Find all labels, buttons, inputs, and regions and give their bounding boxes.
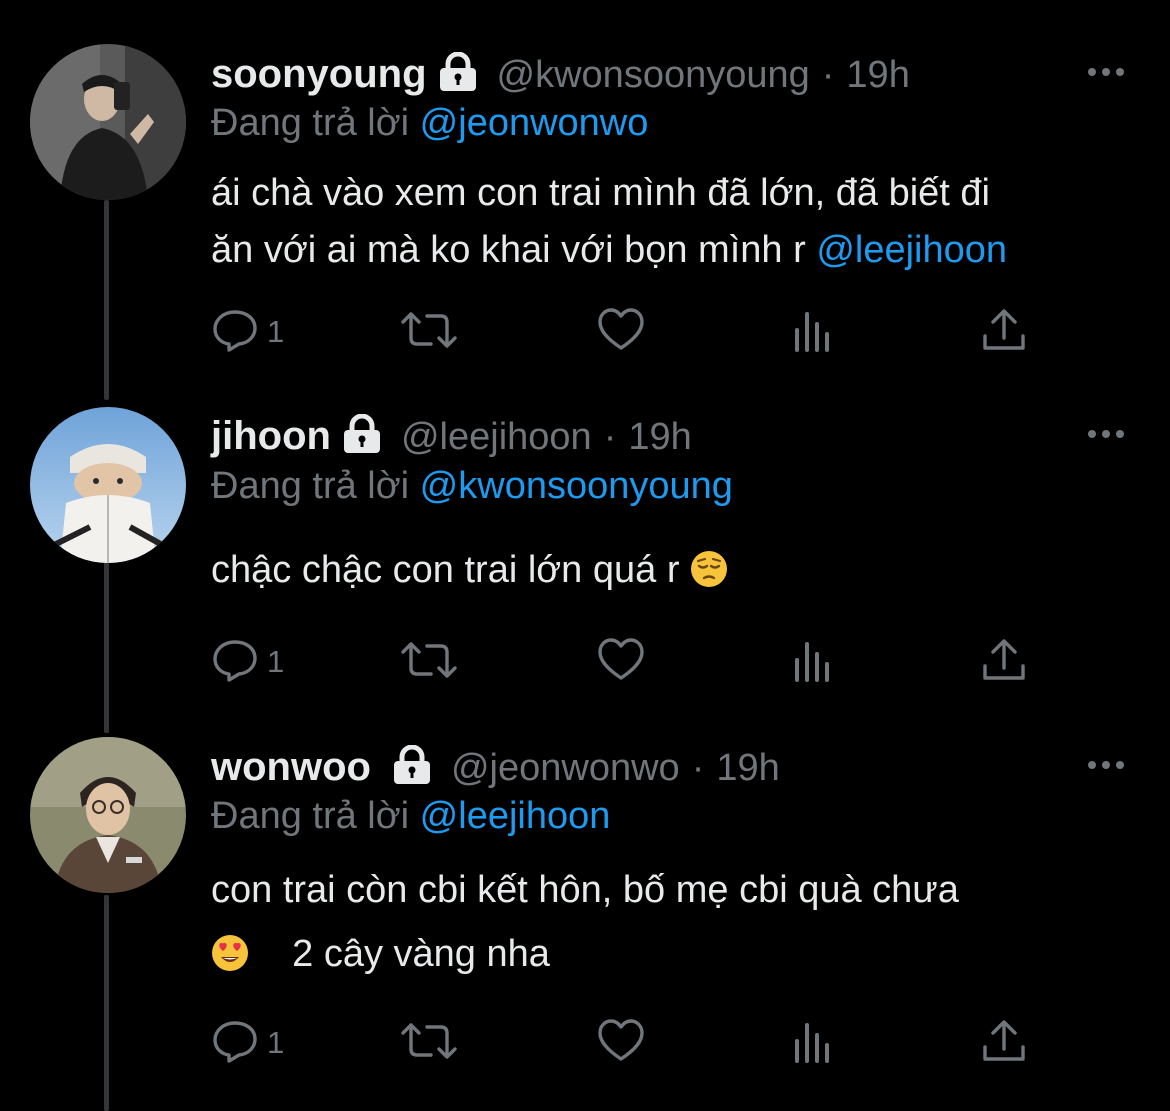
thread-line	[104, 895, 109, 1111]
like-icon	[596, 306, 646, 359]
tweet-text-line: ăn với ai mà ko khai với bọn mình r @lee…	[211, 222, 1141, 279]
pensive-face-icon	[690, 548, 728, 587]
separator: ·	[603, 416, 617, 458]
reply-count: 1	[267, 1025, 285, 1060]
retweet-icon	[399, 1017, 459, 1070]
like-button[interactable]	[596, 1018, 646, 1068]
reply-to: Đang trả lời @leejihoon	[211, 795, 610, 838]
tweet-text-line: 2 cây vàng nha	[211, 922, 1141, 986]
handle[interactable]: @leejihoon	[401, 416, 592, 459]
more-icon[interactable]	[1086, 424, 1126, 444]
display-name[interactable]: soonyoung	[211, 52, 427, 97]
reply-prefix: Đang trả lời	[211, 102, 410, 144]
views-button[interactable]	[791, 637, 833, 687]
display-name[interactable]: jihoon	[211, 414, 331, 459]
reply-icon	[211, 1017, 259, 1070]
thread-line	[104, 538, 109, 733]
share-button[interactable]	[981, 307, 1027, 357]
tweet-text: ái chà vào xem con trai mình đã lớn, đã …	[211, 165, 1141, 279]
handle[interactable]: @jeonwonwo	[451, 747, 680, 790]
avatar[interactable]	[30, 44, 186, 200]
reply-button[interactable]: 1	[211, 637, 284, 687]
lock-icon	[341, 413, 383, 459]
tweet-text: chậc chậc con trai lớn quá r	[211, 542, 1141, 599]
text-mention[interactable]: @leejihoon	[816, 229, 1007, 271]
like-icon	[596, 1017, 646, 1070]
handle[interactable]: @kwonsoonyoung	[497, 54, 810, 97]
tweet-text-segment: chậc chậc con trai lớn quá r	[211, 549, 680, 591]
like-button[interactable]	[596, 637, 646, 687]
reply-to-mention[interactable]: @kwonsoonyoung	[420, 465, 733, 507]
reply-count: 1	[267, 644, 285, 679]
like-button[interactable]	[596, 307, 646, 357]
action-bar: 1	[211, 1018, 1041, 1068]
more-icon[interactable]	[1086, 62, 1126, 82]
reply-to-mention[interactable]: @jeonwonwo	[420, 102, 649, 144]
timestamp[interactable]: 19h	[716, 747, 779, 790]
reply-count: 1	[267, 314, 285, 349]
timestamp[interactable]: 19h	[628, 416, 691, 459]
tweet-header: wonwoo @jeonwonwo · 19h	[211, 744, 780, 790]
reply-icon	[211, 636, 259, 689]
action-bar: 1	[211, 307, 1041, 357]
tweet-text-segment: ăn với ai mà ko khai với bọn mình r	[211, 229, 806, 271]
views-button[interactable]	[791, 1018, 833, 1068]
reply-prefix: Đang trả lời	[211, 795, 410, 837]
reply-button[interactable]: 1	[211, 307, 284, 357]
tweet-text-segment: 2 cây vàng nha	[292, 933, 550, 975]
like-icon	[596, 636, 646, 689]
display-name[interactable]: wonwoo	[211, 745, 371, 790]
tweet-header: soonyoung @kwonsoonyoung · 19h	[211, 51, 910, 97]
retweet-button[interactable]	[399, 637, 459, 687]
retweet-icon	[399, 306, 459, 359]
reply-button[interactable]: 1	[211, 1018, 284, 1068]
reply-prefix: Đang trả lời	[211, 465, 410, 507]
share-button[interactable]	[981, 637, 1027, 687]
share-icon	[981, 636, 1027, 689]
lock-icon	[391, 744, 433, 790]
views-button[interactable]	[791, 307, 833, 357]
reply-to-mention[interactable]: @leejihoon	[420, 795, 611, 837]
tweet-text: con trai còn cbi kết hôn, bố mẹ cbi quà …	[211, 858, 1141, 986]
retweet-button[interactable]	[399, 307, 459, 357]
heart-eyes-face-icon	[211, 928, 249, 971]
views-icon	[791, 306, 833, 359]
tweet-header: jihoon @leejihoon · 19h	[211, 413, 692, 459]
tweet-text-line: chậc chậc con trai lớn quá r	[211, 542, 1141, 599]
avatar[interactable]	[30, 407, 186, 563]
retweet-button[interactable]	[399, 1018, 459, 1068]
views-icon	[791, 1017, 833, 1070]
more-icon[interactable]	[1086, 755, 1126, 775]
retweet-icon	[399, 636, 459, 689]
share-button[interactable]	[981, 1018, 1027, 1068]
separator: ·	[691, 747, 705, 789]
lock-icon	[437, 51, 479, 97]
tweet-text-line: con trai còn cbi kết hôn, bố mẹ cbi quà …	[211, 869, 959, 911]
action-bar: 1	[211, 637, 1041, 687]
timestamp[interactable]: 19h	[846, 54, 909, 97]
tweet-text-line: ái chà vào xem con trai mình đã lớn, đã …	[211, 172, 990, 214]
thread-line	[104, 200, 109, 400]
share-icon	[981, 306, 1027, 359]
reply-icon	[211, 306, 259, 359]
views-icon	[791, 636, 833, 689]
share-icon	[981, 1017, 1027, 1070]
separator: ·	[821, 54, 835, 96]
reply-to: Đang trả lời @kwonsoonyoung	[211, 465, 733, 508]
reply-to: Đang trả lời @jeonwonwo	[211, 102, 648, 145]
avatar[interactable]	[30, 737, 186, 893]
